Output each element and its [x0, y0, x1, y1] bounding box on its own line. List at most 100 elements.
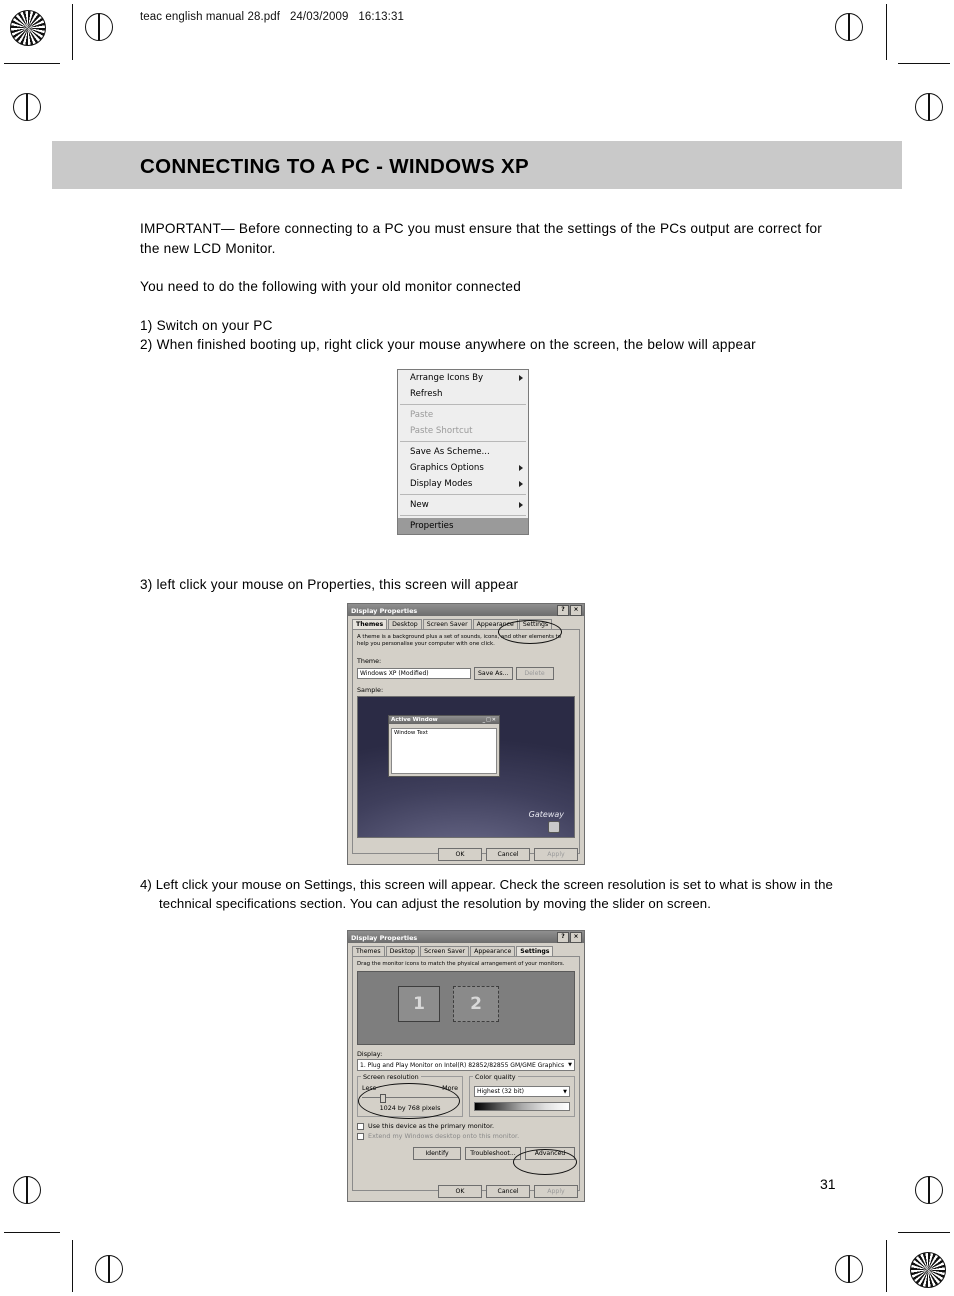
crop-mark-top-left-horizontal: [4, 63, 60, 64]
crop-mark-bottom-right-horizontal: [898, 1232, 950, 1233]
registration-mark-right-bottom: [915, 1176, 943, 1204]
menu-item-label: Paste Shortcut: [410, 426, 473, 436]
tab-appearance[interactable]: Appearance: [470, 946, 516, 956]
tab-desktop[interactable]: Desktop: [388, 619, 422, 629]
desktop-context-menu[interactable]: Arrange Icons By Refresh Paste Paste Sho…: [397, 369, 529, 535]
instruction-paragraph: You need to do the following with your o…: [140, 279, 522, 295]
sample-window-title: Active Window: [391, 717, 438, 723]
tab-screen-saver[interactable]: Screen Saver: [420, 946, 470, 956]
sample-window-titlebar: Active Window _□✕: [389, 716, 499, 724]
menu-item-properties[interactable]: Properties: [398, 518, 528, 534]
page-number: 31: [820, 1176, 836, 1192]
resolution-slider-highlight-ellipse: [358, 1083, 460, 1119]
color-gradient-bar: [474, 1102, 570, 1111]
advanced-button-highlight-ellipse: [513, 1149, 577, 1175]
save-as-button[interactable]: Save As...: [474, 667, 513, 680]
registration-mark-right: [915, 93, 943, 121]
dialog-titlebar: Display Properties ? ×: [348, 604, 584, 616]
ok-button[interactable]: OK: [438, 1185, 482, 1198]
submenu-arrow-icon: [519, 465, 523, 471]
registration-mark-left-bottom: [13, 1176, 41, 1204]
close-button[interactable]: ×: [570, 932, 582, 943]
screen-resolution-label: Screen resolution: [361, 1073, 421, 1081]
color-quality-label: Color quality: [473, 1073, 518, 1081]
submenu-arrow-icon: [519, 502, 523, 508]
display-label: Display:: [357, 1050, 383, 1058]
checkbox-icon: [357, 1132, 364, 1140]
settings-tab-highlight-ellipse: [498, 620, 562, 644]
tab-themes[interactable]: Themes: [352, 619, 388, 629]
troubleshoot-button[interactable]: Troubleshoot...: [465, 1147, 521, 1160]
display-select[interactable]: 1. Plug and Play Monitor on Intel(R) 828…: [357, 1059, 575, 1071]
sample-active-window: Active Window _□✕ Window Text: [388, 715, 500, 777]
delete-button[interactable]: Delete: [515, 667, 554, 680]
menu-item-label: Graphics Options: [410, 463, 484, 473]
cancel-button[interactable]: Cancel: [486, 1185, 530, 1198]
display-properties-settings-dialog[interactable]: Display Properties ? × Themes Desktop Sc…: [347, 930, 585, 1202]
apply-button[interactable]: Apply: [534, 1185, 578, 1198]
chevron-down-icon[interactable]: ▼: [568, 1062, 572, 1068]
dialog-titlebar: Display Properties ? ×: [348, 931, 584, 943]
menu-item-label: Display Modes: [410, 479, 473, 489]
monitor-1-icon[interactable]: 1: [398, 986, 440, 1022]
theme-label: Theme:: [357, 657, 382, 665]
registration-mark-top-right: [835, 13, 863, 41]
display-properties-themes-dialog[interactable]: Display Properties ? × Themes Desktop Sc…: [347, 603, 585, 865]
color-quality-select[interactable]: Highest (32 bit) ▼: [474, 1086, 570, 1097]
display-select-value: 1. Plug and Play Monitor on Intel(R) 828…: [360, 1061, 565, 1069]
menu-item-arrange-icons-by[interactable]: Arrange Icons By: [398, 370, 528, 386]
menu-separator: [400, 441, 526, 442]
menu-item-label: Arrange Icons By: [410, 373, 484, 383]
step-2: 2) When finished booting up, right click…: [140, 337, 756, 353]
sample-window-body: Window Text: [391, 728, 497, 774]
monitor-arrangement-area[interactable]: 1 2: [357, 971, 575, 1045]
dialog-tabstrip[interactable]: Themes Desktop Screen Saver Appearance S…: [348, 943, 584, 956]
menu-item-refresh[interactable]: Refresh: [398, 386, 528, 402]
print-slug: teac english manual 28.pdf 24/03/2009 16…: [140, 11, 404, 23]
tab-settings[interactable]: Settings: [516, 946, 554, 956]
cancel-button[interactable]: Cancel: [486, 848, 530, 861]
extend-desktop-checkbox-row: Extend my Windows desktop onto this moni…: [357, 1132, 575, 1140]
menu-item-save-as-scheme[interactable]: Save As Scheme...: [398, 444, 528, 460]
sample-window-text: Window Text: [394, 730, 428, 736]
theme-select[interactable]: Windows XP (Modified): [357, 668, 471, 679]
apply-button[interactable]: Apply: [534, 848, 578, 861]
menu-item-label: Paste: [410, 410, 434, 420]
close-button[interactable]: ×: [570, 605, 582, 616]
checkbox-icon[interactable]: [357, 1122, 364, 1130]
menu-separator: [400, 404, 526, 405]
step-1: 1) Switch on your PC: [140, 317, 273, 333]
registration-mark-bottom-right: [835, 1255, 863, 1283]
tab-screen-saver[interactable]: Screen Saver: [422, 619, 472, 629]
crop-mark-top-right-horizontal: [898, 63, 950, 64]
menu-item-new[interactable]: New: [398, 497, 528, 513]
monitor-2-label: 2: [470, 994, 482, 1014]
monitor-2-icon[interactable]: 2: [453, 986, 499, 1022]
crop-mark-left-vertical: [72, 4, 73, 60]
menu-separator: [400, 515, 526, 516]
primary-monitor-checkbox-row[interactable]: Use this device as the primary monitor.: [357, 1122, 575, 1130]
menu-item-paste-shortcut: Paste Shortcut: [398, 423, 528, 439]
crop-mark-left-vertical-bottom: [72, 1240, 73, 1292]
ok-button[interactable]: OK: [438, 848, 482, 861]
menu-item-label: Refresh: [410, 389, 443, 399]
important-paragraph: IMPORTANT— Before connecting to a PC you…: [140, 221, 823, 256]
menu-item-graphics-options[interactable]: Graphics Options: [398, 460, 528, 476]
theme-sample-preview: Active Window _□✕ Window Text Gateway: [357, 696, 575, 838]
starburst-mark-top-left: [10, 10, 46, 46]
chevron-down-icon[interactable]: ▼: [563, 1089, 567, 1095]
menu-separator: [400, 494, 526, 495]
help-button[interactable]: ?: [557, 605, 569, 616]
tab-themes[interactable]: Themes: [352, 946, 385, 956]
tab-desktop[interactable]: Desktop: [385, 946, 420, 956]
crop-mark-right-vertical-bottom: [886, 1240, 887, 1292]
registration-mark-left: [13, 93, 41, 121]
identify-button[interactable]: Identify: [413, 1147, 461, 1160]
themes-panel: A theme is a background plus a set of so…: [352, 629, 580, 854]
monitor-arrangement-instruction: Drag the monitor icons to match the phys…: [357, 961, 565, 967]
menu-item-display-modes[interactable]: Display Modes: [398, 476, 528, 492]
page-title: CONNECTING TO A PC - WINDOWS XP: [140, 155, 529, 178]
submenu-arrow-icon: [519, 481, 523, 487]
step-3: 3) left click your mouse on Properties, …: [140, 577, 519, 592]
help-button[interactable]: ?: [557, 932, 569, 943]
